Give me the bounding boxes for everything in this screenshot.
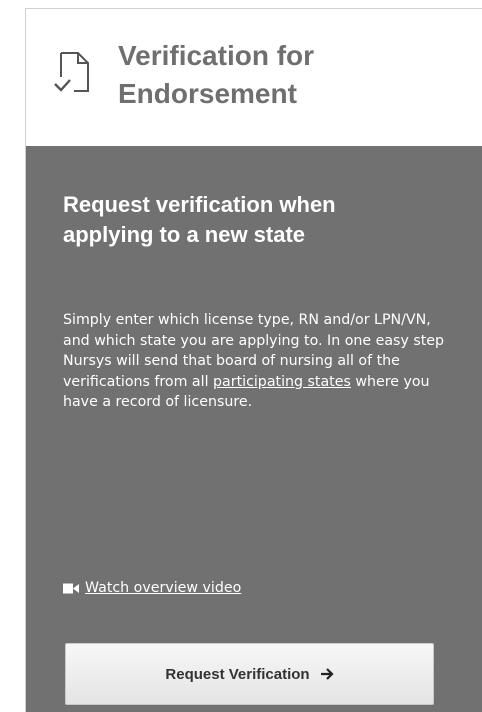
request-verification-button[interactable]: Request Verification — [65, 643, 434, 705]
request-verification-label: Request Verification — [165, 665, 310, 683]
participating-states-link[interactable]: participating states — [213, 374, 351, 390]
watch-overview-video-link[interactable]: Watch overview video — [85, 578, 241, 598]
section-heading: Request verification when applying to a … — [63, 192, 336, 247]
arrow-right-icon — [320, 668, 334, 680]
card-header: Verification for Endorsement — [26, 9, 482, 146]
verification-card: Verification for Endorsement Request ver… — [25, 8, 482, 712]
video-link-row[interactable]: Watch overview video — [63, 578, 241, 598]
video-camera-icon — [63, 583, 79, 593]
card-title: Verification for Endorsement — [118, 40, 315, 109]
document-check-icon — [54, 52, 89, 92]
description-text: Simply enter which license type, RN and/… — [63, 310, 453, 413]
card-body: Request verification when applying to a … — [26, 146, 482, 712]
